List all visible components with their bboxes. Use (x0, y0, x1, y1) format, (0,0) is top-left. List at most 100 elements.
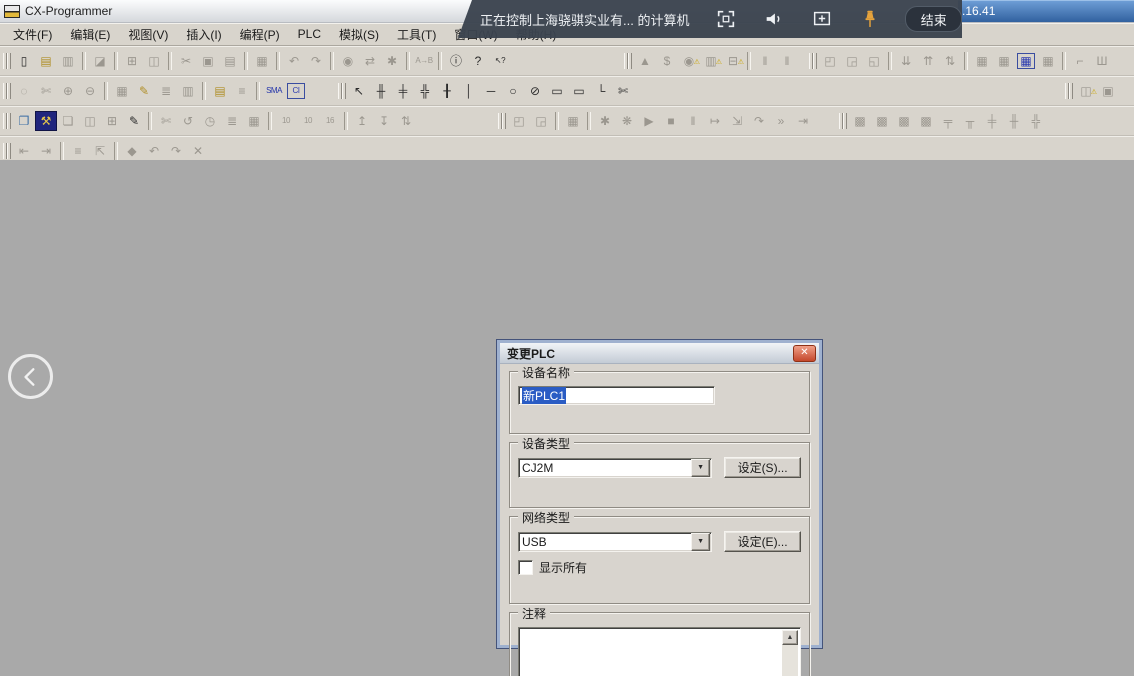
new-project-icon[interactable]: ▯ (13, 51, 35, 71)
diff-mark-icon[interactable]: ◆ (121, 141, 143, 161)
monitor-mode-icon[interactable]: ◉ (678, 51, 700, 71)
menu-file[interactable]: 文件(F) (4, 23, 61, 46)
sim-pause-icon[interactable]: ‖ (682, 111, 704, 131)
memory-view-3-icon[interactable]: ▩ (893, 111, 915, 131)
paste-attributes-icon[interactable]: ▦ (251, 51, 273, 71)
replace-icon[interactable]: ⇄ (359, 51, 381, 71)
contact-or-no-icon[interactable]: ╬ (414, 81, 436, 101)
toolbar-gripper[interactable] (2, 51, 11, 71)
fullscreen-icon[interactable] (715, 8, 737, 30)
symbol-tree-2-icon[interactable]: ╥ (959, 111, 981, 131)
sim-step-in-icon[interactable]: ⇲ (726, 111, 748, 131)
program-monitor-mini-icon[interactable]: ▣ (1097, 81, 1119, 101)
memory-card-icon[interactable]: ◲ (530, 111, 552, 131)
toolbar-gripper[interactable] (497, 111, 506, 131)
toolbar-gripper[interactable] (337, 81, 346, 101)
instruction-box-icon[interactable]: ▭ (546, 81, 568, 101)
symbol-tree-5-icon[interactable]: ╬ (1025, 111, 1047, 131)
cut-icon[interactable]: ✂ (175, 51, 197, 71)
page-setup-icon[interactable]: ◪ (89, 51, 111, 71)
window-arrange-icon[interactable]: ⊞ (101, 111, 123, 131)
verify-memory-icon[interactable]: ⇅ (939, 51, 961, 71)
memory-view-1-icon[interactable]: ▩ (849, 111, 871, 131)
transfer-io-table-icon[interactable]: ⇈ (917, 51, 939, 71)
sim-fast-forward-icon[interactable]: » (770, 111, 792, 131)
contact-no-icon[interactable]: ╫ (370, 81, 392, 101)
io-table-view-1-icon[interactable]: ▦ (971, 51, 993, 71)
device-type-combo[interactable]: CJ2M ▼ (518, 458, 712, 478)
output-window-icon[interactable]: ≣ (221, 111, 243, 131)
undo-icon[interactable]: ↶ (283, 51, 305, 71)
io-table-view-2-icon[interactable]: ▦ (993, 51, 1015, 71)
force-cancel-icon[interactable]: ⇅ (395, 111, 417, 131)
io-table-view-3-icon[interactable]: ▦ (1015, 51, 1037, 71)
pause-monitor-icon[interactable]: ‖ (754, 51, 776, 71)
sim-play-icon[interactable]: ▶ (638, 111, 660, 131)
menu-edit[interactable]: 编辑(E) (61, 23, 119, 46)
find-icon[interactable]: ◉ (337, 51, 359, 71)
menu-program[interactable]: 编程(P) (231, 23, 289, 46)
program-compare-icon[interactable]: ◱ (863, 51, 885, 71)
force-set-icon[interactable]: ↥ (351, 111, 373, 131)
online-edit-icon[interactable]: ▥ (700, 51, 722, 71)
print-icon[interactable]: ⊞ (121, 51, 143, 71)
toolbar-gripper[interactable] (1064, 81, 1073, 101)
ladder-editor-icon[interactable]: ▤ (209, 81, 231, 101)
display-decimal-icon[interactable]: 10 (275, 111, 297, 131)
show-grid-icon[interactable]: ▦ (111, 81, 133, 101)
window-cascade-icon[interactable]: ❐ (13, 111, 35, 131)
rung-jump-icon[interactable]: ⇱ (89, 141, 111, 161)
sim-step-icon[interactable]: ↦ (704, 111, 726, 131)
symbol-tree-3-icon[interactable]: ╪ (981, 111, 1003, 131)
program-check-icon[interactable]: ◰ (819, 51, 841, 71)
show-comment-instruction-icon[interactable]: CI (285, 81, 307, 101)
resume-hand-icon[interactable]: ❋ (616, 111, 638, 131)
select-cursor-icon[interactable]: ↖ (348, 81, 370, 101)
watch-window-icon[interactable]: ◷ (199, 111, 221, 131)
network-type-settings-button[interactable]: 设定(E)... (724, 531, 801, 552)
io-comment-view-icon[interactable]: ▦ (243, 111, 265, 131)
pause-hand-icon[interactable]: ✱ (594, 111, 616, 131)
close-button[interactable]: ✕ (793, 345, 816, 362)
coil-icon[interactable]: ○ (502, 81, 524, 101)
contact-or-nc-icon[interactable]: ╂ (436, 81, 458, 101)
transfer-program-icon[interactable]: ⇊ (895, 51, 917, 71)
menu-insert[interactable]: 插入(I) (177, 23, 230, 46)
horizontal-line-icon[interactable]: ─ (480, 81, 502, 101)
toolbar-gripper[interactable] (808, 51, 817, 71)
scroll-up-button[interactable]: ▲ (782, 630, 798, 645)
device-type-dropdown-button[interactable]: ▼ (691, 459, 710, 477)
differential-monitor-icon[interactable]: ⌐ (1069, 51, 1091, 71)
open-project-icon[interactable]: ▤ (35, 51, 57, 71)
program-transfer-mini-icon[interactable]: ◫ (1075, 81, 1097, 101)
device-name-input[interactable]: 新PLC1 (518, 386, 715, 405)
display-hex-icon[interactable]: 16 (319, 111, 341, 131)
toolbar-gripper[interactable] (623, 51, 632, 71)
properties-info-icon[interactable]: ⓘ (445, 51, 467, 71)
mnemonic-view-icon[interactable]: ▥ (177, 81, 199, 101)
transfer-to-plc-icon[interactable]: ⊟ (722, 51, 744, 71)
show-all-checkbox[interactable] (518, 560, 533, 575)
rung-wrap-icon[interactable]: ≡ (67, 141, 89, 161)
work-online-auto-icon[interactable]: $ (656, 51, 678, 71)
address-reference-icon[interactable]: ↺ (177, 111, 199, 131)
comment-textarea[interactable] (521, 630, 782, 676)
change-all-addresses-icon[interactable]: A→B (413, 51, 435, 71)
file-memory-icon[interactable]: ◰ (508, 111, 530, 131)
force-reset-icon[interactable]: ↧ (373, 111, 395, 131)
device-change-icon[interactable]: ⚒ (35, 111, 57, 131)
coil-closed-icon[interactable]: ⊘ (524, 81, 546, 101)
instruction-box-2-icon[interactable]: ▭ (568, 81, 590, 101)
menu-view[interactable]: 视图(V) (119, 23, 177, 46)
statement-list-icon[interactable]: ≣ (155, 81, 177, 101)
network-type-dropdown-button[interactable]: ▼ (691, 533, 710, 551)
diff-next-icon[interactable]: ↷ (165, 141, 187, 161)
display-decimal-monitor-icon[interactable]: 10 (297, 111, 319, 131)
io-table-view-4-icon[interactable]: ▦ (1037, 51, 1059, 71)
symbol-tree-1-icon[interactable]: ╤ (937, 111, 959, 131)
properties-icon[interactable]: ✎ (123, 111, 145, 131)
menu-tools[interactable]: 工具(T) (388, 23, 445, 46)
zoom-region-icon[interactable]: ✄ (35, 81, 57, 101)
copy-icon[interactable]: ▣ (197, 51, 219, 71)
toolbar-gripper[interactable] (2, 141, 11, 161)
